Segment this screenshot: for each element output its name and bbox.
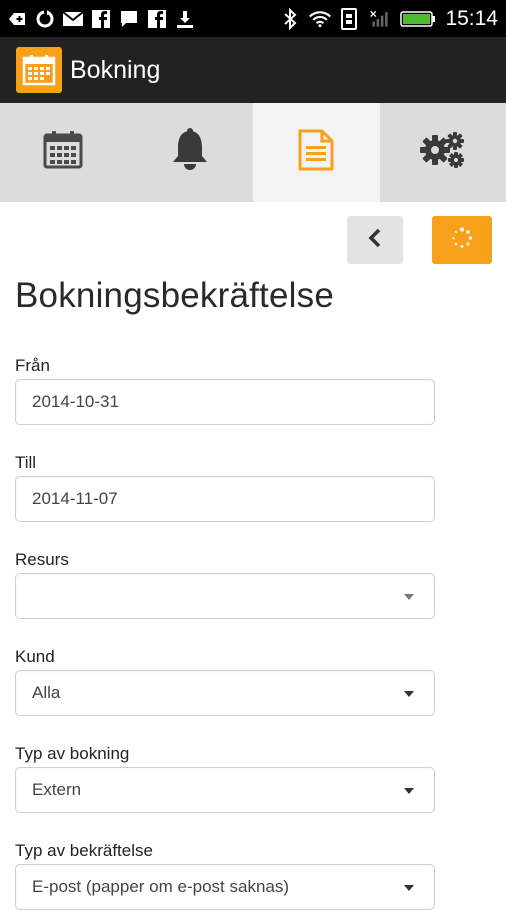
clock: 15:14 <box>445 7 498 31</box>
tab-notifications[interactable] <box>127 103 254 202</box>
notification-icons <box>0 8 196 30</box>
typ-bokning-select[interactable]: Extern <box>15 767 435 813</box>
gears-icon <box>419 130 467 175</box>
facebook-icon <box>90 8 112 30</box>
wifi-icon <box>309 8 331 30</box>
fran-value: 2014-10-31 <box>32 392 119 412</box>
battery-icon <box>399 8 437 30</box>
tab-document[interactable] <box>253 103 380 202</box>
typ-bekraftelse-label: Typ av bekräftelse <box>15 841 153 861</box>
till-date-input[interactable]: 2014-11-07 <box>15 476 435 522</box>
chevron-down-icon <box>404 788 414 794</box>
sync-icon <box>34 8 56 30</box>
tab-calendar[interactable] <box>0 103 127 202</box>
download-icon <box>174 8 196 30</box>
resurs-select[interactable] <box>15 573 435 619</box>
refresh-button[interactable] <box>432 216 492 264</box>
till-label: Till <box>15 453 36 473</box>
kund-select[interactable]: Alla <box>15 670 435 716</box>
chat-icon <box>118 8 140 30</box>
status-bar: 15:14 <box>0 0 506 37</box>
calendar-icon <box>43 130 83 175</box>
chevron-left-icon <box>367 228 383 253</box>
fran-label: Från <box>15 356 50 376</box>
chevron-down-icon <box>404 885 414 891</box>
typ-bokning-value: Extern <box>32 780 81 800</box>
tab-settings[interactable] <box>380 103 506 202</box>
kund-value: Alla <box>32 683 60 703</box>
chevron-down-icon <box>404 594 414 600</box>
till-value: 2014-11-07 <box>32 489 118 509</box>
resurs-label: Resurs <box>15 550 69 570</box>
tab-bar <box>0 103 506 202</box>
page-title: Bokningsbekräftelse <box>15 276 334 316</box>
facebook-icon <box>146 8 168 30</box>
back-button[interactable] <box>347 216 403 264</box>
loading-spinner-icon <box>451 227 473 254</box>
signal-icon <box>369 8 391 30</box>
gmail-icon <box>62 8 84 30</box>
document-icon <box>297 128 335 177</box>
system-icons: 15:14 <box>279 7 506 31</box>
chevron-down-icon <box>404 691 414 697</box>
typ-bokning-label: Typ av bokning <box>15 744 129 764</box>
bell-icon <box>170 128 210 177</box>
bluetooth-icon <box>279 8 301 30</box>
typ-bekraftelse-value: E-post (papper om e-post saknas) <box>32 877 289 897</box>
nfc-icon <box>339 8 361 30</box>
add-icon <box>6 8 28 30</box>
kund-label: Kund <box>15 647 55 667</box>
fran-date-input[interactable]: 2014-10-31 <box>15 379 435 425</box>
app-title: Bokning <box>70 56 160 85</box>
app-calendar-icon <box>16 47 62 93</box>
action-bar: Bokning <box>0 37 506 103</box>
typ-bekraftelse-select[interactable]: E-post (papper om e-post saknas) <box>15 864 435 910</box>
